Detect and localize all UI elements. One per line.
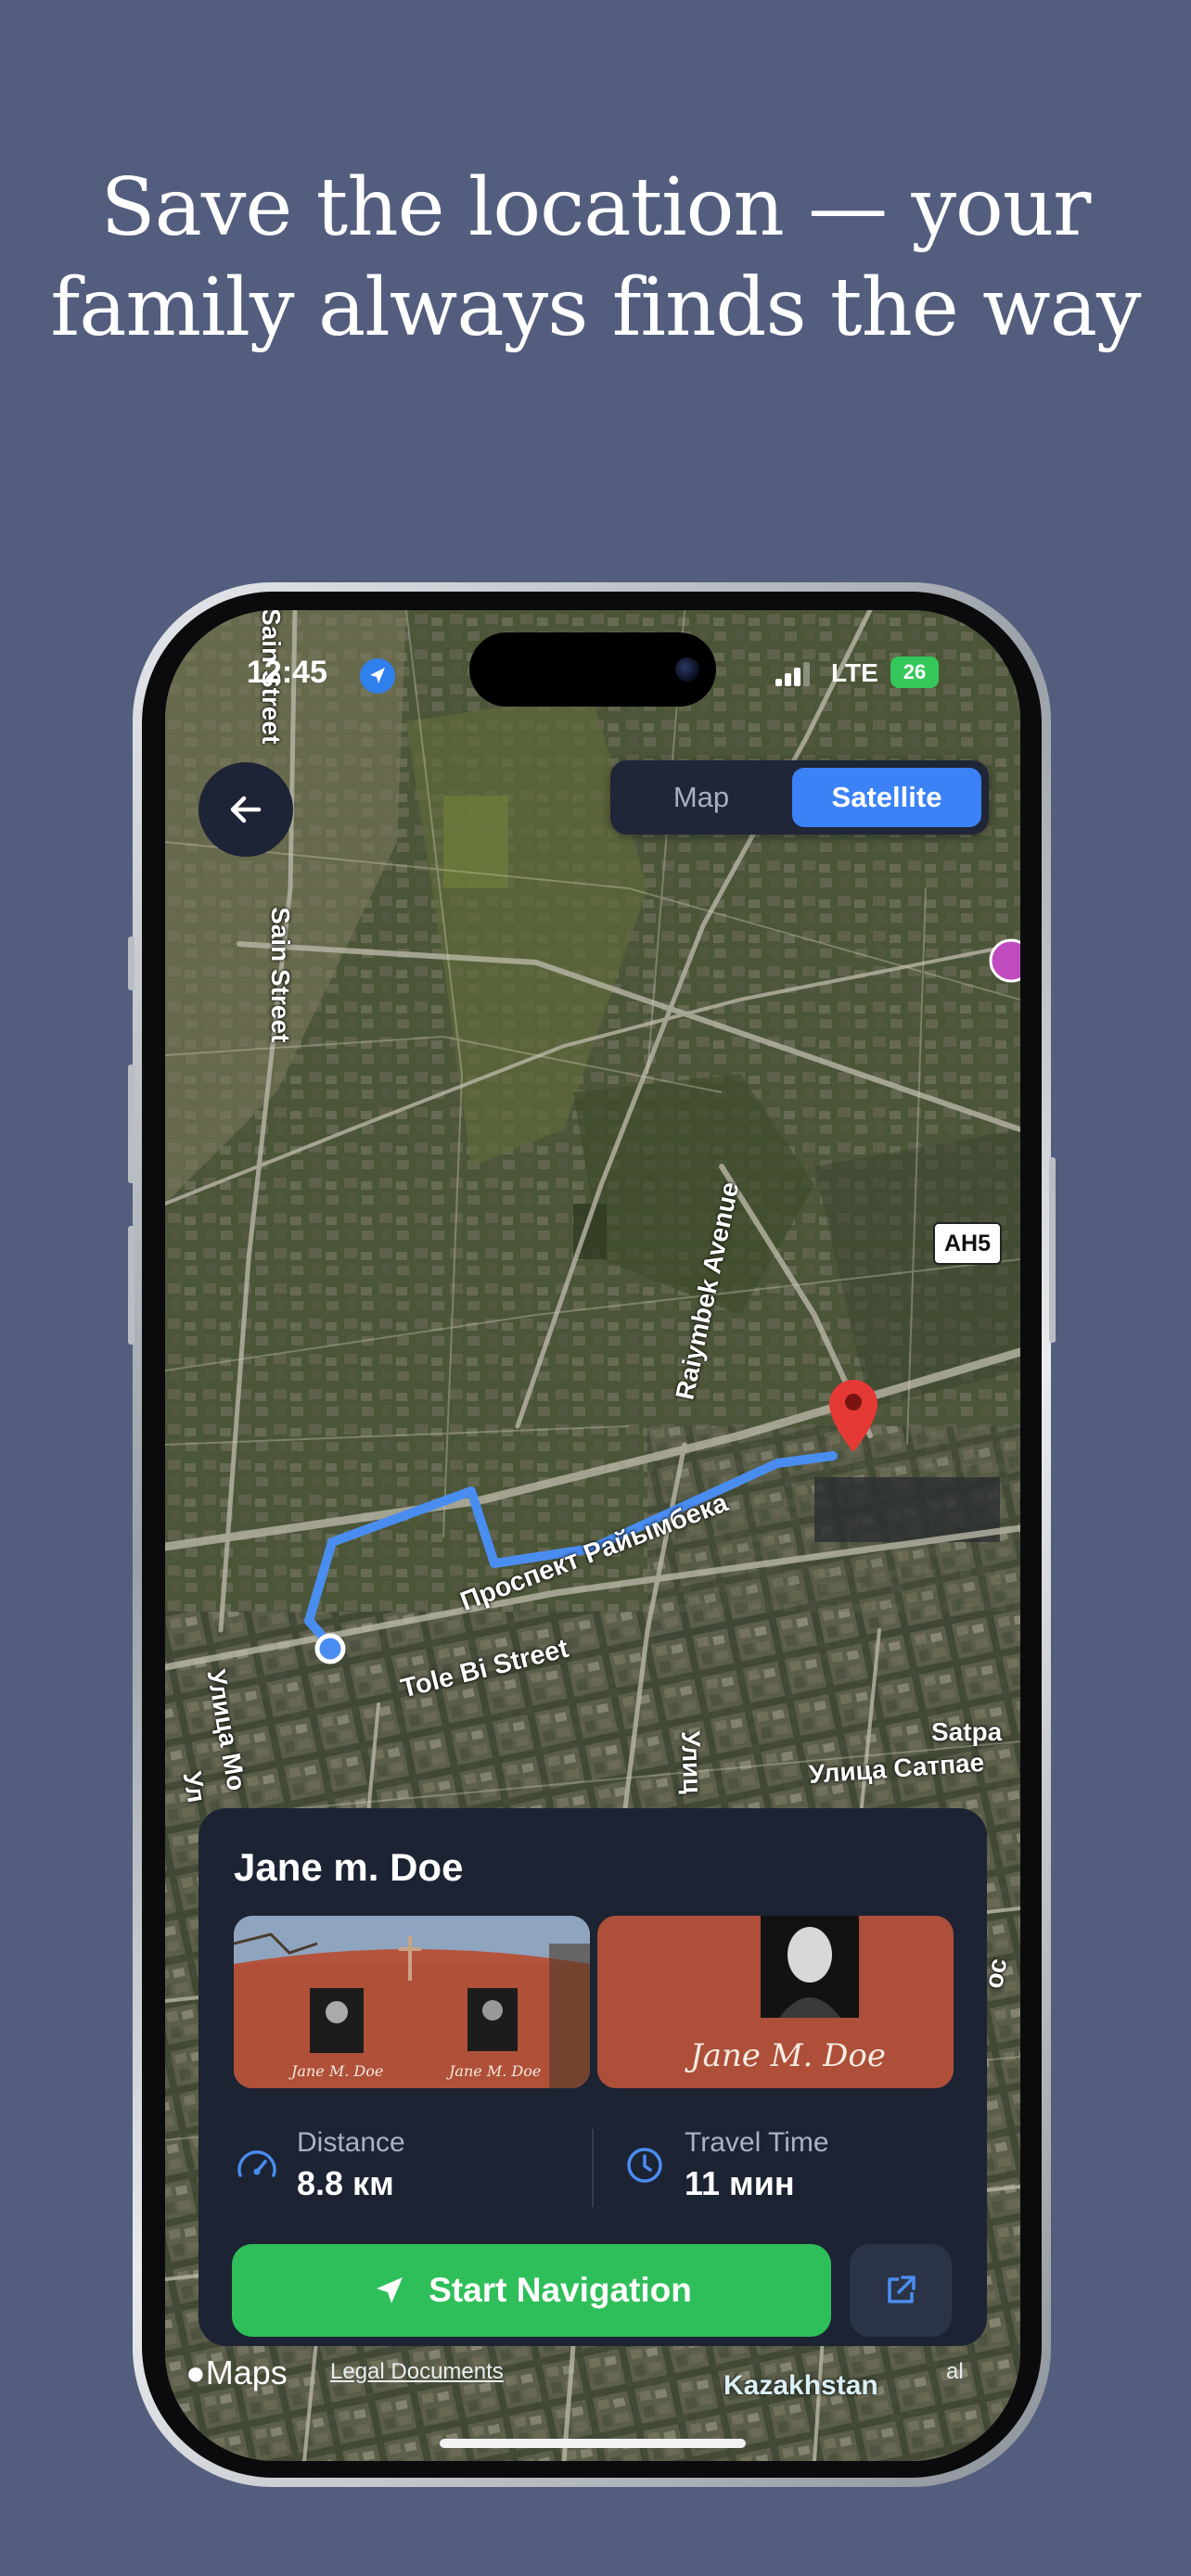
phone-volume-up-button xyxy=(128,1065,134,1183)
legal-link-right[interactable]: al xyxy=(946,2359,964,2385)
travel-time-label: Travel Time xyxy=(685,2127,829,2158)
stats-divider xyxy=(592,2129,594,2207)
home-indicator[interactable] xyxy=(440,2439,746,2448)
headline: Save the location — your family always f… xyxy=(0,158,1191,358)
battery-icon: 26 xyxy=(890,657,939,688)
grave-photo-2[interactable]: Jane M. Doe xyxy=(597,1916,954,2088)
external-link-icon xyxy=(888,2276,916,2303)
map-label-sain-street: Sain Street xyxy=(266,907,295,1043)
map-label-ulica-mid: Улиц xyxy=(676,1730,708,1794)
phone-volume-down-button xyxy=(128,1226,134,1345)
map-label-satpa: Satpa xyxy=(931,1717,1003,1746)
location-arrow-icon xyxy=(360,658,395,694)
legal-documents-link[interactable]: Legal Documents xyxy=(330,2359,504,2385)
map-label-ulica-left-2: Ул xyxy=(177,1769,211,1805)
photo-1-caption-left: Jane M. Doe xyxy=(288,2062,383,2080)
apple-maps-logo: ●Maps xyxy=(186,2353,288,2391)
map-mode-map[interactable]: Map xyxy=(618,768,785,827)
location-card: Jane m. Doe Jane M. Doe Jane M. Doe Jane… xyxy=(198,1808,987,2346)
map-label-kazakhstan: Kazakhstan xyxy=(724,2370,878,2401)
status-time: 12:45 xyxy=(247,655,327,690)
photo-1-caption-right: Jane M. Doe xyxy=(446,2062,541,2080)
distance-value: 8.8 км xyxy=(297,2164,394,2202)
speedometer-icon xyxy=(237,2150,276,2177)
front-camera xyxy=(675,657,699,682)
arrow-left-icon xyxy=(230,796,262,823)
photo-2-caption: Jane M. Doe xyxy=(685,2037,886,2074)
start-navigation-label: Start Navigation xyxy=(429,2271,692,2309)
navigation-arrow-icon xyxy=(377,2277,403,2303)
open-external-button[interactable] xyxy=(850,2244,952,2337)
back-button[interactable] xyxy=(198,762,293,857)
headline-line-1: Save the location — your xyxy=(100,161,1092,254)
distance-label: Distance xyxy=(297,2127,405,2158)
current-location-dot xyxy=(314,1633,346,1664)
phone-screen: Sain Street Sain Street Raiymbek Avenue … xyxy=(165,610,1020,2461)
map-mode-satellite[interactable]: Satellite xyxy=(792,768,981,827)
route-shield-ah5: AH5 xyxy=(933,1222,1002,1265)
map-mode-toggle: Map Satellite xyxy=(610,760,989,835)
grave-photo-1[interactable]: Jane M. Doe Jane M. Doe xyxy=(234,1916,590,2088)
phone-action-button xyxy=(128,937,134,990)
cellular-signal-icon xyxy=(775,662,813,686)
phone-power-button xyxy=(1049,1157,1056,1343)
travel-time-value: 11 мин xyxy=(685,2164,795,2202)
network-type: LTE xyxy=(831,658,878,687)
start-navigation-button[interactable]: Start Navigation xyxy=(232,2244,831,2337)
headline-line-2: family always finds the way xyxy=(50,261,1141,354)
clock-icon xyxy=(627,2148,662,2183)
apple-logo-icon: ● xyxy=(186,2353,206,2391)
person-name: Jane m. Doe xyxy=(234,1845,464,1889)
